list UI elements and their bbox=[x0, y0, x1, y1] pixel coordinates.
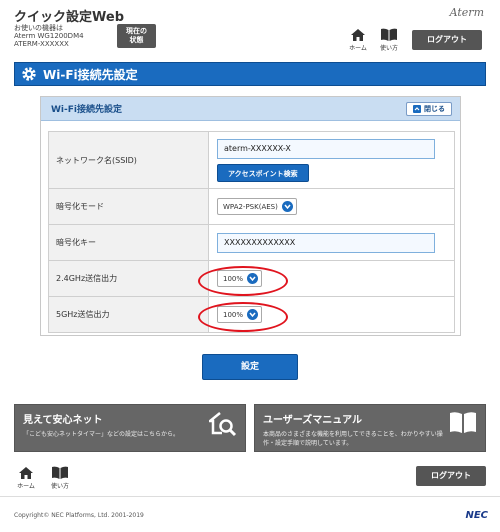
network-name-cell: aterm-XXXXXX-X アクセスポイント検索 bbox=[208, 131, 455, 189]
wifi-settings-panel: Wi-Fi接続先設定 閉じる ネットワーク名(SSID) aterm-XXXXX… bbox=[40, 96, 461, 336]
collapse-label: 閉じる bbox=[424, 105, 445, 113]
power-24-label: 2.4GHz送信出力 bbox=[48, 260, 209, 297]
encryption-mode-select[interactable]: WPA2-PSK(AES) bbox=[217, 198, 297, 215]
footer-home-label: ホーム bbox=[17, 483, 35, 490]
status-button-line2: 状態 bbox=[129, 36, 144, 44]
panel-title: Wi-Fi接続先設定 bbox=[51, 105, 122, 115]
ssid-input[interactable]: aterm-XXXXXX-X bbox=[217, 138, 435, 159]
page-title: Wi-Fi接続先設定 bbox=[43, 67, 138, 82]
usage-link[interactable]: 使い方 bbox=[377, 28, 401, 52]
safety-title: 見えて安心ネット bbox=[23, 415, 103, 426]
table-row: 暗号化キー XXXXXXXXXXXXX bbox=[48, 224, 455, 261]
home-icon bbox=[351, 29, 365, 41]
power-5-label: 5GHz送信出力 bbox=[48, 296, 209, 333]
home-icon bbox=[19, 467, 33, 479]
footer-logout-button[interactable]: ログアウト bbox=[416, 466, 486, 486]
safety-desc: 「こども安心ネットタイマー」などの設定はこちらから。 bbox=[23, 431, 180, 438]
chevron-down-icon bbox=[281, 201, 293, 212]
copyright: Copyright© NEC Platforms, Ltd. 2001-2019 bbox=[14, 512, 144, 519]
book-icon bbox=[450, 412, 476, 433]
book-icon bbox=[381, 28, 397, 41]
chevron-up-icon bbox=[413, 105, 421, 113]
highlight-ring-5ghz bbox=[198, 302, 288, 332]
device-ssid: ATERM-XXXXXX bbox=[14, 40, 69, 48]
set-button[interactable]: 設定 bbox=[202, 354, 298, 380]
table-row: 暗号化モード WPA2-PSK(AES) bbox=[48, 188, 455, 225]
home-label: ホーム bbox=[349, 45, 367, 52]
network-name-label: ネットワーク名(SSID) bbox=[48, 131, 209, 189]
safety-net-banner[interactable]: 見えて安心ネット 「こども安心ネットタイマー」などの設定はこちらから。 bbox=[14, 404, 246, 452]
encryption-key-cell: XXXXXXXXXXXXX bbox=[208, 224, 455, 261]
gear-icon bbox=[22, 67, 36, 81]
nec-logo: NEC bbox=[465, 510, 488, 521]
collapse-button[interactable]: 閉じる bbox=[406, 102, 452, 116]
footer-home-link[interactable]: ホーム bbox=[14, 466, 38, 490]
usage-label: 使い方 bbox=[379, 45, 398, 52]
manual-desc-line1: 本商品のさまざまな機能を利用してできることを、わかりやすい操 bbox=[263, 431, 443, 438]
manual-desc-line2: 作・設定手順で説明しています。 bbox=[263, 440, 353, 447]
highlight-ring-24ghz bbox=[198, 266, 288, 296]
home-link[interactable]: ホーム bbox=[346, 28, 370, 52]
manual-title: ユーザーズマニュアル bbox=[263, 415, 362, 426]
current-status-button[interactable]: 現在の 状態 bbox=[117, 24, 156, 48]
encryption-key-input[interactable]: XXXXXXXXXXXXX bbox=[217, 232, 435, 253]
encryption-mode-value: WPA2-PSK(AES) bbox=[223, 202, 278, 211]
app-title: クイック設定Web bbox=[14, 10, 124, 25]
panel-header: Wi-Fi接続先設定 閉じる bbox=[41, 97, 460, 121]
device-model: Aterm WG1200DM4 bbox=[14, 32, 84, 40]
encryption-mode-label: 暗号化モード bbox=[48, 188, 209, 225]
book-icon bbox=[52, 466, 68, 479]
table-row: ネットワーク名(SSID) aterm-XXXXXX-X アクセスポイント検索 bbox=[48, 131, 455, 189]
users-manual-banner[interactable]: ユーザーズマニュアル 本商品のさまざまな機能を利用してできることを、わかりやすい… bbox=[254, 404, 486, 452]
footer-usage-label: 使い方 bbox=[50, 483, 69, 490]
page-title-bar: Wi-Fi接続先設定 bbox=[14, 62, 486, 86]
status-button-line1: 現在の bbox=[126, 27, 147, 35]
header: クイック設定Web お使いの機器は Aterm WG1200DM4 ATERM-… bbox=[0, 0, 500, 58]
ap-search-button[interactable]: アクセスポイント検索 bbox=[217, 163, 309, 182]
encryption-key-label: 暗号化キー bbox=[48, 224, 209, 261]
footer-usage-link[interactable]: 使い方 bbox=[48, 466, 72, 490]
brand-logo: Aterm bbox=[449, 6, 484, 19]
footer-divider bbox=[0, 496, 500, 497]
encryption-mode-cell: WPA2-PSK(AES) bbox=[208, 188, 455, 225]
home-search-icon bbox=[209, 412, 237, 437]
device-label: お使いの機器は bbox=[14, 24, 63, 32]
logout-button[interactable]: ログアウト bbox=[412, 30, 482, 50]
